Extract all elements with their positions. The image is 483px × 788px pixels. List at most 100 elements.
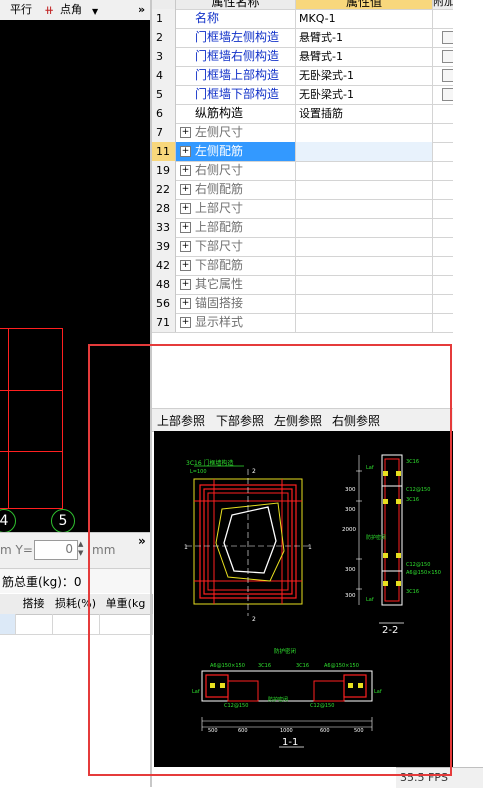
property-row[interactable]: 39 + 下部尺寸 xyxy=(152,237,453,257)
property-row[interactable]: 19 + 右侧尺寸 xyxy=(152,161,453,181)
left-toolbar: 平行 ⧺ 点角 ▼ » xyxy=(0,0,152,21)
property-name-label: 名称 xyxy=(195,11,220,25)
property-row[interactable]: 3 门框墙右侧构造 悬臂式-1 xyxy=(152,47,455,67)
property-value[interactable] xyxy=(296,218,433,237)
axis-marker-4: 4 xyxy=(0,509,16,532)
coord-y-input[interactable]: 0 xyxy=(34,540,78,560)
property-value[interactable] xyxy=(296,313,433,332)
row-number: 39 xyxy=(152,237,176,256)
property-value[interactable] xyxy=(296,142,433,161)
property-value[interactable]: 无卧梁式-1 xyxy=(296,66,433,85)
property-value[interactable] xyxy=(296,180,433,199)
property-name[interactable]: + 右侧配筋 xyxy=(176,180,296,199)
table-cell[interactable] xyxy=(15,614,53,635)
property-value[interactable]: 无卧梁式-1 xyxy=(296,85,433,104)
row-number: 3 xyxy=(152,47,176,66)
expand-plus-icon[interactable]: + xyxy=(180,127,191,138)
expand-plus-icon[interactable]: + xyxy=(180,146,191,157)
property-name[interactable]: 名称 xyxy=(176,9,296,28)
expand-plus-icon[interactable]: + xyxy=(180,222,191,233)
expand-plus-icon[interactable]: + xyxy=(180,241,191,252)
property-name[interactable]: 门框墙右侧构造 xyxy=(176,47,296,66)
property-name-label: 纵筋构造 xyxy=(195,106,244,120)
property-row[interactable]: 5 门框墙下部构造 无卧梁式-1 xyxy=(152,85,455,105)
property-name[interactable]: + 下部配筋 xyxy=(176,256,296,275)
property-name-label: 上部尺寸 xyxy=(195,201,244,215)
expand-plus-icon[interactable]: + xyxy=(180,279,191,290)
property-row[interactable]: 11 + 左侧配筋 xyxy=(152,142,453,162)
point-angle-icon[interactable]: ⧺ xyxy=(44,3,54,17)
property-row[interactable]: 33 + 上部配筋 xyxy=(152,218,453,238)
attach-cell xyxy=(433,199,453,218)
property-name[interactable]: + 其它属性 xyxy=(176,275,296,294)
property-name[interactable]: + 右侧尺寸 xyxy=(176,161,296,180)
grid-line xyxy=(0,390,63,391)
attach-cell xyxy=(433,237,453,256)
property-value[interactable]: 设置插筋 xyxy=(296,104,433,123)
attach-cell[interactable] xyxy=(433,85,455,104)
expand-plus-icon[interactable]: + xyxy=(180,260,191,271)
property-row[interactable]: 7 + 左侧尺寸 xyxy=(152,123,453,143)
property-row[interactable]: 42 + 下部配筋 xyxy=(152,256,453,276)
property-name-label: 左侧配筋 xyxy=(195,144,244,158)
expand-plus-icon[interactable]: + xyxy=(180,165,191,176)
parallel-button[interactable]: 平行 xyxy=(10,3,32,17)
property-name-label: 门框墙左侧构造 xyxy=(195,30,280,44)
expand-plus-icon[interactable]: + xyxy=(180,184,191,195)
attach-cell[interactable] xyxy=(433,66,455,85)
attach-cell[interactable] xyxy=(433,47,455,66)
property-row[interactable]: 2 门框墙左侧构造 悬臂式-1 xyxy=(152,28,455,48)
property-name-label: 左侧尺寸 xyxy=(195,125,244,139)
property-value[interactable]: 悬臂式-1 xyxy=(296,28,433,47)
property-name[interactable]: 纵筋构造 xyxy=(176,104,296,123)
table-header-lap[interactable]: 搭接 xyxy=(15,594,53,615)
coord-y-spinner[interactable]: ▲ ▼ xyxy=(78,540,88,558)
toolbar-more-button[interactable]: » xyxy=(138,3,145,17)
property-name[interactable]: + 锚固搭接 xyxy=(176,294,296,313)
attach-cell[interactable] xyxy=(433,28,455,47)
property-row[interactable]: 56 + 锚固搭接 xyxy=(152,294,453,314)
property-row[interactable]: 22 + 右侧配筋 xyxy=(152,180,453,200)
point-angle-dropdown-icon[interactable]: ▼ xyxy=(92,5,98,19)
property-name-label: 锚固搭接 xyxy=(195,296,244,310)
property-value[interactable] xyxy=(296,294,433,313)
property-name[interactable]: 门框墙下部构造 xyxy=(176,85,296,104)
property-name[interactable]: + 左侧尺寸 xyxy=(176,123,296,142)
property-row[interactable]: 4 门框墙上部构造 无卧梁式-1 xyxy=(152,66,455,86)
property-row[interactable]: 1 名称 MKQ-1 xyxy=(152,9,453,29)
header-value[interactable]: 属性值 xyxy=(296,0,433,9)
grid-line xyxy=(0,328,63,329)
expand-plus-icon[interactable]: + xyxy=(180,203,191,214)
row-number: 71 xyxy=(152,313,176,332)
property-value[interactable] xyxy=(296,123,433,142)
attach-cell xyxy=(433,275,453,294)
property-row[interactable]: 71 + 显示样式 xyxy=(152,313,453,333)
property-value[interactable]: 悬臂式-1 xyxy=(296,47,433,66)
expand-plus-icon[interactable]: + xyxy=(180,298,191,309)
highlight-box xyxy=(88,344,452,776)
property-name[interactable]: + 上部配筋 xyxy=(176,218,296,237)
property-name[interactable]: 门框墙上部构造 xyxy=(176,66,296,85)
property-value[interactable] xyxy=(296,237,433,256)
property-value[interactable] xyxy=(296,161,433,180)
point-angle-button[interactable]: 点角 xyxy=(60,3,82,17)
property-row[interactable]: 28 + 上部尺寸 xyxy=(152,199,453,219)
property-name-label: 右侧配筋 xyxy=(195,182,244,196)
property-name-label: 下部尺寸 xyxy=(195,239,244,253)
property-value[interactable] xyxy=(296,199,433,218)
property-name[interactable]: 门框墙左侧构造 xyxy=(176,28,296,47)
property-name[interactable]: + 上部尺寸 xyxy=(176,199,296,218)
header-name[interactable]: 属性名称 xyxy=(176,0,296,9)
table-cell[interactable] xyxy=(0,614,16,635)
property-value[interactable] xyxy=(296,256,433,275)
property-value[interactable]: MKQ-1 xyxy=(296,9,433,28)
property-row[interactable]: 6 纵筋构造 设置插筋 xyxy=(152,104,453,124)
property-value[interactable] xyxy=(296,275,433,294)
row-number: 11 xyxy=(152,142,176,161)
property-name[interactable]: + 显示样式 xyxy=(176,313,296,332)
property-row[interactable]: 48 + 其它属性 xyxy=(152,275,453,295)
expand-plus-icon[interactable]: + xyxy=(180,317,191,328)
property-name[interactable]: + 下部尺寸 xyxy=(176,237,296,256)
property-name[interactable]: + 左侧配筋 xyxy=(176,142,296,161)
header-num xyxy=(152,0,176,9)
